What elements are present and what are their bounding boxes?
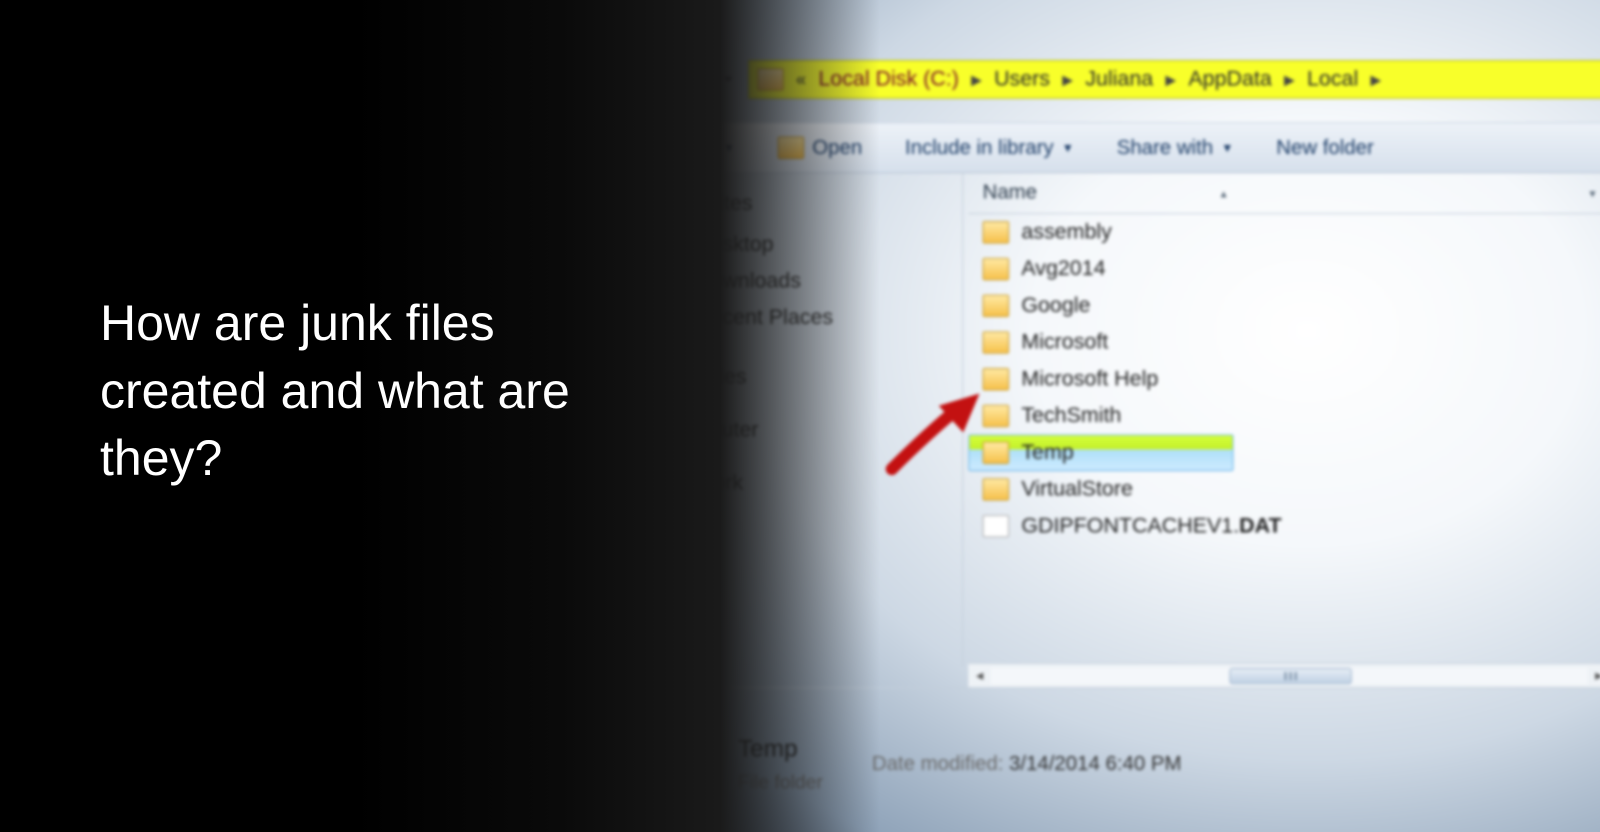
- chevron-down-icon: [720, 72, 734, 86]
- breadcrumb-separator-icon: ▸: [1161, 67, 1180, 93]
- desktop-icon: [660, 234, 684, 254]
- breadcrumb-separator-icon: ▸: [1366, 67, 1385, 93]
- nav-item-label: Downloads: [695, 269, 801, 293]
- toolbar-label: Organize: [632, 136, 715, 159]
- file-row[interactable]: Google: [968, 287, 1600, 324]
- nav-group-label: Libraries: [664, 365, 746, 389]
- nav-item-downloads[interactable]: Downloads: [630, 263, 944, 300]
- network-icon: [630, 473, 654, 493]
- nav-group-label: Network: [664, 471, 743, 495]
- annotation-arrow-icon: [882, 387, 994, 479]
- toolbar-label: Open: [812, 136, 862, 159]
- nav-item-desktop[interactable]: Desktop: [630, 226, 944, 263]
- nav-item-label: Recent Places: [695, 306, 833, 330]
- toolbar-label: New folder: [1276, 136, 1374, 159]
- breadcrumb-segment[interactable]: AppData: [1182, 67, 1278, 91]
- recent-places-icon: [660, 308, 684, 328]
- file-name: Avg2014: [1021, 257, 1105, 281]
- file-name: Google: [1021, 294, 1090, 318]
- nav-favorites-header[interactable]: Favorites: [630, 192, 944, 216]
- file-row[interactable]: Avg2014: [968, 251, 1600, 288]
- forward-button[interactable]: [666, 57, 711, 102]
- nav-group-label: Favorites: [664, 192, 752, 216]
- folder-icon: [983, 295, 1010, 317]
- file-name: assembly: [1021, 220, 1111, 244]
- nav-item-recent-places[interactable]: Recent Places: [630, 300, 944, 337]
- file-row[interactable]: assembly: [968, 214, 1600, 251]
- file-row[interactable]: GDIPFONTCACHEV1.DAT: [968, 508, 1600, 545]
- breadcrumb-segment[interactable]: Juliana: [1079, 67, 1159, 91]
- breadcrumb-overflow-icon[interactable]: «: [792, 69, 810, 90]
- folder-open-icon: [778, 137, 805, 159]
- file-row[interactable]: TechSmith: [968, 398, 1600, 435]
- scroll-right-button[interactable]: ▸: [1587, 664, 1600, 686]
- nav-group-label: Computer: [664, 418, 758, 442]
- folder-icon: [983, 478, 1010, 500]
- details-date-modified: Date modified: 3/14/2014 6:40 PM: [872, 753, 1182, 776]
- star-icon: [630, 194, 654, 214]
- scrollbar-track[interactable]: [991, 667, 1588, 683]
- folder-icon: [983, 221, 1010, 243]
- breadcrumb-segment[interactable]: Local Disk (C:): [812, 67, 965, 91]
- address-breadcrumb[interactable]: « Local Disk (C:) ▸ Users ▸ Juliana ▸ Ap…: [748, 60, 1600, 99]
- column-header-row: Name ▴ ▾: [968, 173, 1600, 214]
- include-in-library-button[interactable]: Include in library ▼: [905, 136, 1074, 159]
- recent-locations-dropdown[interactable]: [717, 69, 737, 89]
- back-button[interactable]: [611, 57, 656, 102]
- toolbar-label: Share with: [1117, 136, 1213, 159]
- file-name: GDIPFONTCACHEV1.DAT: [1021, 514, 1281, 538]
- column-header-name[interactable]: Name ▴: [983, 181, 1590, 204]
- computer-icon: [630, 420, 654, 440]
- arrow-right-icon: [678, 68, 700, 90]
- explorer-window: « Local Disk (C:) ▸ Users ▸ Juliana ▸ Ap…: [601, 0, 1600, 832]
- breadcrumb-separator-icon: ▸: [1280, 67, 1299, 93]
- downloads-icon: [660, 271, 684, 291]
- headline-text: How are junk files created and what are …: [100, 290, 620, 493]
- explorer-toolbar: Organize ▼ Open Include in library ▼ Sha…: [611, 122, 1600, 173]
- folder-icon: [983, 258, 1010, 280]
- folder-icon: [983, 331, 1010, 353]
- scrollbar-thumb[interactable]: [1229, 667, 1351, 683]
- chevron-down-icon: ▼: [723, 141, 735, 155]
- file-list-pane: Name ▴ ▾ assembly Avg2014 Google Microsoft M…: [968, 173, 1600, 667]
- file-name: TechSmith: [1021, 404, 1121, 428]
- arrow-left-icon: [623, 68, 645, 90]
- scroll-left-button[interactable]: ◂: [968, 664, 990, 686]
- details-prop-value: 3/14/2014 6:40 PM: [1009, 753, 1181, 775]
- breadcrumb-separator-icon: ▸: [1058, 67, 1077, 93]
- breadcrumb-segment[interactable]: Users: [988, 67, 1056, 91]
- organize-button[interactable]: Organize ▼: [632, 136, 735, 159]
- chevron-down-icon: ▼: [1062, 141, 1074, 155]
- breadcrumb-segment[interactable]: Local: [1301, 67, 1364, 91]
- file-row[interactable]: Microsoft Help: [968, 361, 1600, 398]
- sort-ascending-icon: ▴: [1221, 186, 1227, 200]
- details-item-type: File folder: [738, 771, 823, 793]
- column-chooser-dropdown[interactable]: ▾: [1589, 186, 1595, 200]
- libraries-icon: [630, 367, 654, 387]
- nav-item-label: Desktop: [695, 232, 774, 256]
- file-row-selected[interactable]: Temp: [968, 434, 1233, 471]
- chevron-down-icon: ▼: [1221, 141, 1233, 155]
- column-header-label: Name: [983, 181, 1037, 204]
- details-pane: Temp File folder Date modified: 3/14/201…: [611, 687, 1600, 832]
- breadcrumb-separator-icon: ▸: [967, 67, 986, 93]
- details-prop-label: Date modified:: [872, 753, 1004, 775]
- toolbar-label: Include in library: [905, 136, 1054, 159]
- file-row[interactable]: Microsoft: [968, 324, 1600, 361]
- file-name: Temp: [1021, 440, 1073, 464]
- nav-row: « Local Disk (C:) ▸ Users ▸ Juliana ▸ Ap…: [611, 53, 1600, 106]
- details-item-name: Temp: [738, 735, 823, 764]
- nav-libraries-header[interactable]: Libraries: [630, 365, 944, 389]
- folder-icon: [757, 68, 784, 90]
- horizontal-scrollbar[interactable]: ◂ ▸: [968, 663, 1600, 687]
- new-folder-button[interactable]: New folder: [1276, 136, 1374, 159]
- file-row[interactable]: VirtualStore: [968, 471, 1600, 508]
- file-icon: [983, 515, 1010, 537]
- folder-thumbnail-icon: [634, 729, 714, 800]
- file-name: Microsoft: [1021, 330, 1108, 354]
- file-name: Microsoft Help: [1021, 367, 1158, 391]
- open-button[interactable]: Open: [778, 136, 863, 159]
- share-with-button[interactable]: Share with ▼: [1117, 136, 1234, 159]
- file-name: VirtualStore: [1021, 477, 1133, 501]
